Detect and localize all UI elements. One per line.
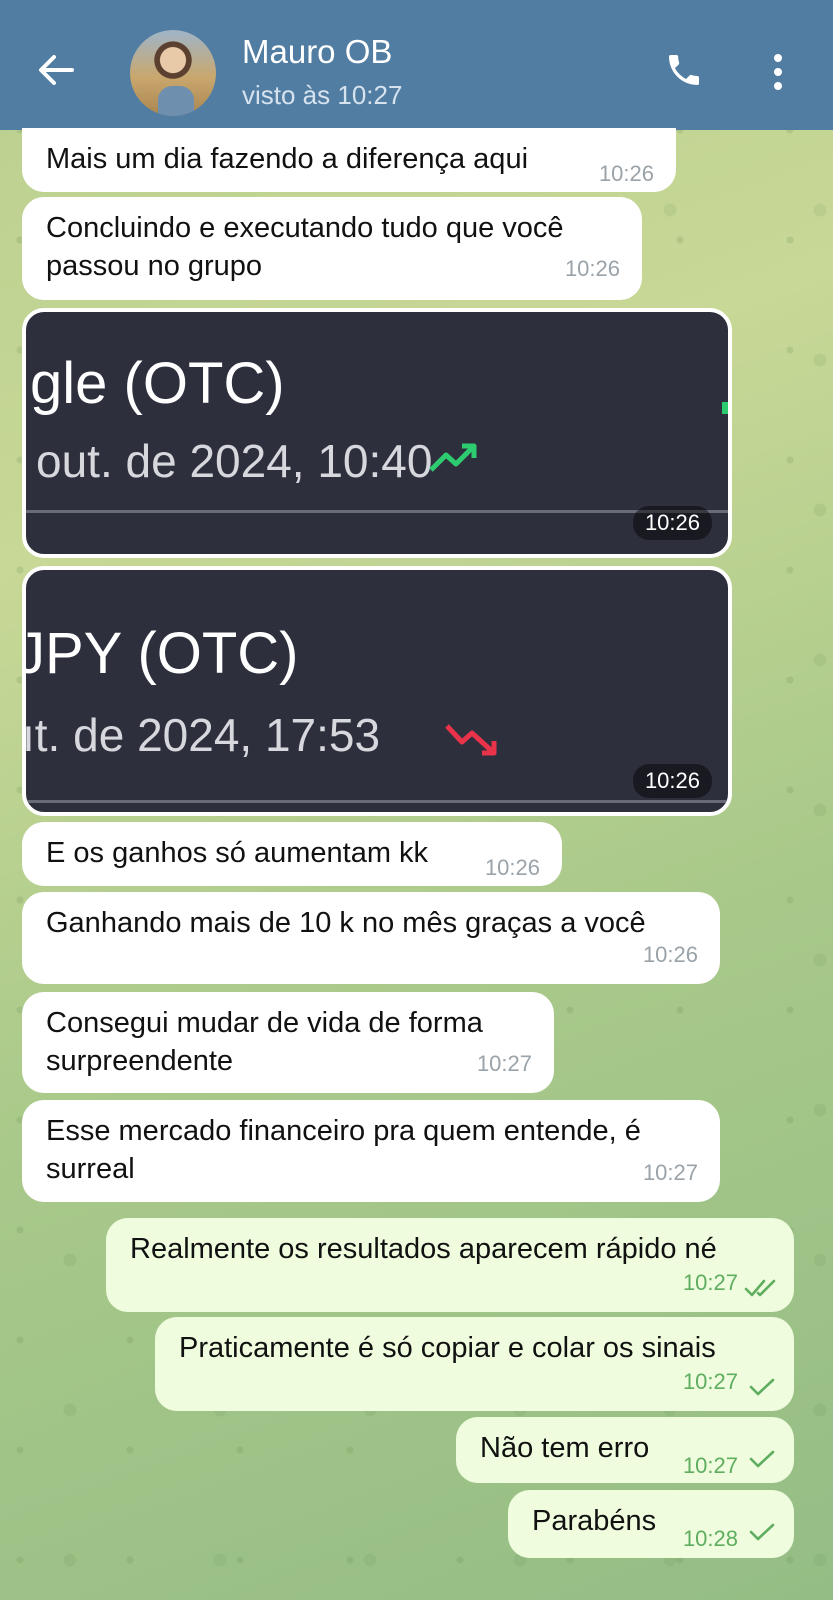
message-text: Praticamente é só copiar e colar os sina… — [179, 1332, 716, 1364]
message-time: 10:27 — [682, 1453, 738, 1478]
more-options-button[interactable] — [768, 50, 788, 94]
message-time: 10:26 — [598, 161, 654, 186]
message-text-line: Concluindo e executando tudo que você — [46, 212, 564, 244]
message-time: 10:26 — [564, 256, 620, 281]
outgoing-message-bubble[interactable]: Praticamente é só copiar e colar os sina… — [155, 1317, 794, 1411]
check-icon — [749, 1523, 775, 1541]
message-time: 10:26 — [484, 855, 540, 880]
chat-header: Mauro OB visto às 10:27 — [0, 0, 833, 130]
message-time: 10:26 — [632, 506, 712, 540]
outgoing-message-bubble[interactable]: Realmente os resultados aparecem rápido … — [106, 1218, 794, 1312]
message-time: 10:26 — [632, 764, 712, 798]
message-time: 10:27 — [682, 1369, 738, 1394]
message-time: 10:28 — [682, 1526, 738, 1551]
trend-up-icon — [429, 443, 477, 472]
double-check-icon — [744, 1279, 776, 1297]
message-time: 10:26 — [642, 942, 698, 967]
image-caption-date: out. de 2024, 10:40 — [36, 435, 433, 487]
message-bubble[interactable]: Mais um dia fazendo a diferença aqui 10:… — [22, 128, 676, 192]
image-divider — [26, 510, 728, 513]
message-text-line: Consegui mudar de vida de forma — [46, 1007, 483, 1039]
contact-name[interactable]: Mauro OB — [242, 33, 392, 71]
message-text: Não tem erro — [480, 1432, 650, 1464]
message-bubble[interactable]: E os ganhos só aumentam kk 10:26 — [22, 822, 562, 886]
message-time: 10:27 — [642, 1160, 698, 1185]
message-bubble[interactable]: Concluindo e executando tudo que você pa… — [22, 197, 642, 300]
more-vertical-icon — [774, 54, 782, 90]
last-seen-status: visto às 10:27 — [242, 80, 403, 110]
back-button[interactable] — [36, 50, 76, 90]
message-text-line: surpreendente — [46, 1045, 234, 1077]
message-text: Mais um dia fazendo a diferença aqui — [46, 143, 529, 175]
message-text: Parabéns — [532, 1505, 657, 1537]
message-text-line: surreal — [46, 1153, 135, 1185]
image-caption-date: ıt. de 2024, 17:53 — [22, 709, 381, 761]
message-time: 10:27 — [682, 1270, 738, 1295]
call-button[interactable] — [664, 50, 708, 94]
chart-edge-mark — [722, 402, 728, 414]
image-message[interactable]: gle (OTC) out. de 2024, 10:40 10:26 — [22, 308, 732, 558]
message-text: E os ganhos só aumentam kk — [46, 837, 429, 869]
message-text: Realmente os resultados aparecem rápido … — [130, 1233, 717, 1265]
image-message[interactable]: JPY (OTC) ıt. de 2024, 17:53 10:26 — [22, 566, 732, 816]
back-arrow-icon — [39, 55, 74, 85]
avatar[interactable] — [130, 30, 216, 116]
message-time: 10:27 — [476, 1051, 532, 1076]
image-caption-pair: JPY (OTC) — [22, 621, 299, 686]
message-bubble[interactable]: Consegui mudar de vida de forma surpreen… — [22, 992, 554, 1093]
message-bubble[interactable]: Ganhando mais de 10 k no mês graças a vo… — [22, 892, 720, 984]
outgoing-message-bubble[interactable]: Não tem erro 10:27 — [456, 1417, 794, 1483]
message-bubble[interactable]: Esse mercado financeiro pra quem entende… — [22, 1100, 720, 1202]
image-caption-pair: gle (OTC) — [30, 351, 285, 416]
phone-icon — [669, 55, 699, 85]
trend-down-icon — [445, 724, 497, 756]
image-divider — [26, 800, 728, 803]
message-text: Ganhando mais de 10 k no mês graças a vo… — [46, 907, 646, 939]
check-icon — [749, 1450, 775, 1468]
check-icon — [749, 1378, 775, 1396]
outgoing-message-bubble[interactable]: Parabéns 10:28 — [508, 1490, 794, 1558]
message-text-line: Esse mercado financeiro pra quem entende… — [46, 1115, 641, 1147]
message-text-line: passou no grupo — [46, 250, 263, 282]
